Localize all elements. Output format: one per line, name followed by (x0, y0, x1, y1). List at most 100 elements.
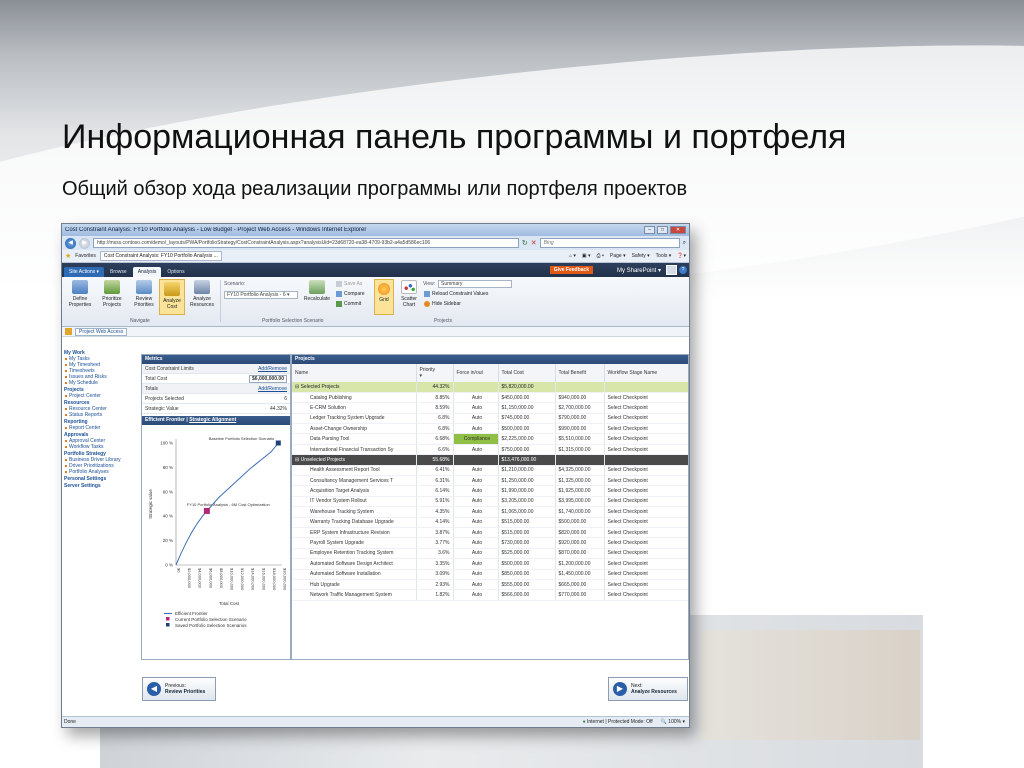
page-menu[interactable]: Page ▾ (610, 253, 626, 259)
col-total-cost[interactable]: Total Cost (498, 364, 556, 382)
favorites-button[interactable]: Favorites (75, 253, 96, 259)
nav-item[interactable]: Workflow Tasks (64, 444, 140, 450)
current-scenario-point[interactable] (203, 507, 210, 514)
reload-constraints-button[interactable]: Reload Constraint Values (424, 291, 488, 297)
help-icon[interactable]: ❓▾ (677, 253, 686, 259)
tools-menu[interactable]: Tools ▾ (656, 253, 672, 259)
minimize-button[interactable]: – (644, 226, 655, 234)
back-icon[interactable]: ◀ (65, 237, 76, 249)
project-force[interactable]: Auto (453, 413, 499, 425)
review-priorities-button[interactable]: Review Priorities (129, 280, 159, 308)
add-remove-link[interactable]: Add/Remove (258, 386, 287, 392)
table-row[interactable]: Payroll System Upgrade 3.77% Auto $730,000.… (292, 537, 688, 549)
prioritize-projects-button[interactable]: Prioritize Projects (97, 280, 127, 308)
col-total-benefit[interactable]: Total Benefit (555, 364, 605, 382)
project-force[interactable]: Auto (453, 402, 499, 414)
group-row[interactable]: ⊟ Unselected Projects 55.68% $13,476,000.0… (292, 454, 688, 466)
give-feedback-button[interactable]: Give Feedback (549, 266, 593, 274)
project-force[interactable]: Auto (453, 392, 499, 404)
nav-item[interactable]: Status Reports (64, 412, 140, 418)
save-as-button[interactable]: Save As (336, 281, 362, 287)
home-icon[interactable]: ⌂ ▾ (569, 253, 576, 259)
add-remove-link[interactable]: Add/Remove (258, 366, 287, 372)
refresh-icon[interactable]: ↻ (522, 239, 528, 247)
breadcrumb-link[interactable]: Project Web Access (75, 327, 128, 336)
project-force[interactable]: Auto (453, 548, 499, 560)
table-row[interactable]: ERP System Infrastructure Revision 3.87% A… (292, 527, 688, 539)
project-force[interactable]: Auto (453, 579, 499, 591)
grid-view-button[interactable]: Grid (374, 279, 394, 315)
table-row[interactable]: International Financial Transaction Sy 6.… (292, 444, 688, 456)
table-row[interactable]: Health Assessment Report Tool 6.41% Auto $1… (292, 465, 688, 477)
tab-browse[interactable]: Browse (105, 267, 132, 277)
forward-icon[interactable]: ▶ (79, 237, 90, 249)
print-icon[interactable]: ⎙ ▾ (597, 253, 605, 259)
commit-button[interactable]: Commit (336, 301, 361, 307)
nav-heading[interactable]: Server Settings (64, 483, 140, 489)
col-name[interactable]: Name (292, 364, 417, 382)
scenario-dropdown[interactable]: FY10 Portfolio Analysis - 6 ▾ (224, 291, 298, 299)
avatar[interactable] (666, 265, 677, 275)
next-step-button[interactable]: ▶ Next: Analyze Resources (608, 677, 688, 701)
project-force[interactable]: Auto (453, 506, 499, 518)
project-force[interactable]: Auto (453, 527, 499, 539)
project-force[interactable]: Auto (453, 423, 499, 435)
table-row[interactable]: Warranty Tracking Database Upgrade 4.14% A… (292, 517, 688, 528)
table-row[interactable]: Acquisition Target Analysis 6.14% Auto $1,9… (292, 485, 688, 497)
close-button[interactable]: ✕ (670, 226, 686, 234)
project-force[interactable]: Auto (453, 444, 499, 456)
compare-button[interactable]: Compare (336, 291, 365, 297)
table-row[interactable]: Warehouse Tracking System 4.35% Auto $1,065… (292, 506, 688, 518)
table-row[interactable]: Ledger Tracking System Upgrade 6.8% Auto $7… (292, 413, 688, 425)
table-row[interactable]: Network Traffic Management System 1.82% Au… (292, 589, 688, 601)
analyze-resources-button[interactable]: Analyze Resources (187, 280, 217, 308)
maximize-button[interactable]: □ (657, 226, 668, 234)
col-priority[interactable]: Priority ▾ (416, 364, 454, 382)
nav-item[interactable]: Report Center (64, 425, 140, 431)
project-force[interactable]: Auto (453, 496, 499, 508)
col-force[interactable]: Force in/out (453, 364, 499, 382)
search-input[interactable]: Bing (539, 238, 680, 248)
stop-icon[interactable]: ✕ (531, 239, 537, 247)
col-workflow-stage[interactable]: Workflow Stage Name (604, 364, 688, 382)
table-row[interactable]: Data Parsing Tool 6.68% Compliance $2,225,0… (292, 433, 688, 445)
help-icon[interactable]: ? (679, 266, 687, 274)
total-cost-input[interactable]: $6,000,000.00 (249, 374, 287, 383)
saved-scenario-point[interactable] (275, 440, 281, 446)
safety-menu[interactable]: Safety ▾ (632, 253, 650, 259)
nav-heading[interactable]: Personal Settings (64, 476, 140, 482)
project-force[interactable]: Auto (453, 485, 499, 497)
hide-sidebar-button[interactable]: Hide Sidebar (424, 301, 461, 307)
tab-site-actions[interactable]: Site Actions ▾ (64, 267, 105, 277)
project-force[interactable]: Auto (453, 475, 499, 487)
nav-item[interactable]: My Schedule (64, 380, 140, 386)
user-menu[interactable]: My SharePoint ▾ (617, 267, 661, 274)
tab-options[interactable]: Options (162, 267, 189, 277)
folder-up-icon[interactable] (65, 328, 72, 335)
zoom-level[interactable]: 🔍 100% ▾ (661, 719, 685, 725)
scatter-chart-button[interactable]: Scatter Chart (397, 280, 421, 308)
security-zone[interactable]: ● Internet | Protected Mode: Off (583, 719, 653, 725)
project-force[interactable]: Auto (453, 589, 499, 601)
table-row[interactable]: Automated Software Design Architect 3.35%… (292, 558, 688, 570)
nav-item[interactable]: Project Center (64, 393, 140, 399)
nav-item[interactable]: Portfolio Analyses (64, 469, 140, 475)
project-force[interactable]: Auto (453, 465, 499, 477)
project-force[interactable]: Compliance (453, 433, 499, 445)
feeds-icon[interactable]: ▣ ▾ (582, 253, 591, 259)
previous-step-button[interactable]: ◀ Previous: Review Priorities (142, 677, 216, 701)
search-icon[interactable]: ⌕ (683, 240, 686, 247)
analyze-cost-button[interactable]: Analyze Cost (159, 279, 185, 315)
group-row[interactable]: ⊟ Selected Projects 44.32% $5,820,000.00 (292, 382, 688, 393)
project-force[interactable]: Auto (453, 517, 499, 528)
project-force[interactable]: Auto (453, 558, 499, 570)
define-properties-button[interactable]: Define Properties (65, 280, 95, 308)
table-row[interactable]: IT Vendor System Rollout 5.91% Auto $3,205,… (292, 496, 688, 508)
view-dropdown[interactable]: Summary (438, 280, 512, 288)
table-row[interactable]: Employee Retention Tracking System 3.6% Au… (292, 548, 688, 560)
table-row[interactable]: Asset-Change Ownership 6.8% Auto $500,000.0… (292, 423, 688, 435)
table-row[interactable]: E-CRM Solution 8.59% Auto $1,150,000.00 $2,7… (292, 402, 688, 414)
project-force[interactable]: Auto (453, 569, 499, 580)
table-row[interactable]: Catalog Publishing 8.85% Auto $450,000.00 $9… (292, 392, 688, 404)
url-input[interactable]: http://msss.contoso.com/demo/_layouts/PW… (93, 238, 519, 248)
